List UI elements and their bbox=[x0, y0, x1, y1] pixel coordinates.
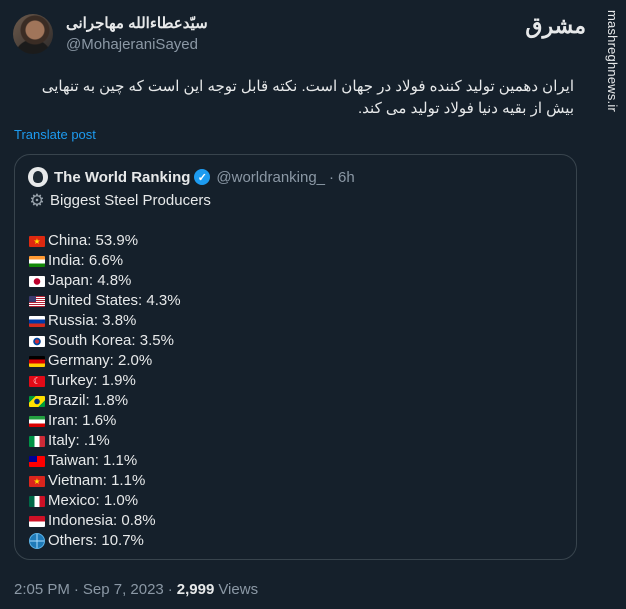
quoted-author-avatar[interactable] bbox=[28, 167, 48, 187]
author-handle[interactable]: @MohajeraniSayed bbox=[66, 36, 198, 53]
vn-flag-icon: ★ bbox=[29, 475, 45, 487]
quoted-tweet-time[interactable]: 6h bbox=[338, 169, 355, 186]
ranking-list-item: India: 6.6% bbox=[28, 251, 211, 271]
verified-badge-icon: ✓ bbox=[194, 169, 211, 185]
tweet-text: ایران دهمین تولید کننده فولاد در جهان اس… bbox=[41, 78, 574, 117]
mx-flag-icon bbox=[29, 495, 45, 507]
translate-post-link[interactable]: Translate post bbox=[14, 127, 96, 142]
de-flag-icon bbox=[29, 355, 45, 367]
ranking-list-item: Japan: 4.8% bbox=[28, 271, 211, 291]
ranking-list-item: Italy: .1% bbox=[28, 431, 211, 451]
in-flag-icon bbox=[29, 255, 45, 267]
ranking-label: China: 53.9% bbox=[48, 232, 139, 249]
ranking-list-item: ★ China: 53.9% bbox=[28, 231, 211, 251]
ranking-list-item: Germany: 2.0% bbox=[28, 351, 211, 371]
ranking-list-item: Others: 10.7% bbox=[28, 531, 211, 551]
gear-icon: ⚙ bbox=[29, 191, 45, 210]
id-flag-icon bbox=[29, 515, 45, 527]
ranking-list-item: Taiwan: 1.1% bbox=[28, 451, 211, 471]
ranking-label: Germany: 2.0% bbox=[48, 352, 153, 369]
tweet-date[interactable]: Sep 7, 2023 bbox=[83, 581, 164, 598]
us-flag-icon bbox=[29, 295, 45, 307]
tweet-time[interactable]: 2:05 PM bbox=[14, 581, 70, 598]
ranking-list-item: Brazil: 1.8% bbox=[28, 391, 211, 411]
tweet: سیّدعطاءالله مهاجرانی @MohajeraniSayed ا… bbox=[0, 0, 590, 609]
ranking-label: United States: 4.3% bbox=[48, 292, 181, 309]
tw-flag-icon bbox=[29, 455, 45, 467]
tr-flag-icon: ☾ bbox=[29, 375, 45, 387]
ranking-list-item: Russia: 3.8% bbox=[28, 311, 211, 331]
ranking-label: South Korea: 3.5% bbox=[48, 332, 174, 349]
quoted-tweet-title: ⚙ Biggest Steel Producers bbox=[28, 191, 211, 211]
ranking-list-item: ★ Vietnam: 1.1% bbox=[28, 471, 211, 491]
ranking-label: Turkey: 1.9% bbox=[48, 372, 136, 389]
views-count: 2,999 bbox=[176, 581, 215, 598]
ranking-list-item: Indonesia: 0.8% bbox=[28, 511, 211, 531]
ranking-label: Vietnam: 1.1% bbox=[48, 472, 146, 489]
ranking-list-item: Mexico: 1.0% bbox=[28, 491, 211, 511]
separator-dot: · bbox=[329, 168, 335, 186]
it-flag-icon bbox=[29, 435, 45, 447]
tweet-meta: 2:05 PM · Sep 7, 2023 · 2,999 Views bbox=[14, 581, 258, 598]
views-label: Views bbox=[218, 581, 259, 598]
author-avatar[interactable] bbox=[13, 14, 53, 54]
quoted-author-handle[interactable]: @worldranking_ bbox=[216, 169, 325, 186]
watermark-url: mashreghnews.ir bbox=[605, 10, 620, 112]
ranking-label: Mexico: 1.0% bbox=[48, 492, 139, 509]
kr-flag-icon bbox=[29, 335, 45, 347]
mashregh-logo: مشرق bbox=[525, 13, 586, 38]
ranking-label: Japan: 4.8% bbox=[48, 272, 132, 289]
author-name[interactable]: سیّدعطاءالله مهاجرانی bbox=[66, 14, 208, 32]
quoted-tweet-header: The World Ranking ✓ @worldranking_ · 6h bbox=[28, 167, 355, 187]
ranking-list-item: ☾ Turkey: 1.9% bbox=[28, 371, 211, 391]
ranking-list-item: South Korea: 3.5% bbox=[28, 331, 211, 351]
br-flag-icon bbox=[29, 395, 45, 407]
ir-flag-icon bbox=[29, 415, 45, 427]
ru-flag-icon bbox=[29, 315, 45, 327]
quoted-author-name[interactable]: The World Ranking bbox=[54, 169, 190, 186]
ranking-label: Indonesia: 0.8% bbox=[48, 512, 156, 529]
ranking-label: Russia: 3.8% bbox=[48, 312, 137, 329]
ranking-list-item: United States: 4.3% bbox=[28, 291, 211, 311]
jp-flag-icon bbox=[29, 275, 45, 287]
ranking-list: ★ China: 53.9% India: 6.6% Japan: 4.8% Unite… bbox=[28, 231, 211, 551]
ranking-label: Others: 10.7% bbox=[48, 532, 144, 549]
ranking-list-item: Iran: 1.6% bbox=[28, 411, 211, 431]
globe-icon bbox=[29, 533, 45, 549]
quoted-tweet-body: ⚙ Biggest Steel Producers ★ China: 53.9% I… bbox=[28, 191, 211, 551]
ranking-label: Taiwan: 1.1% bbox=[48, 452, 138, 469]
ranking-label: Italy: .1% bbox=[48, 432, 110, 449]
ranking-label: India: 6.6% bbox=[48, 252, 124, 269]
separator-dot: · bbox=[73, 581, 79, 598]
cn-flag-icon: ★ bbox=[29, 235, 45, 247]
quoted-tweet-title-text: Biggest Steel Producers bbox=[50, 192, 211, 209]
quoted-tweet-card[interactable]: The World Ranking ✓ @worldranking_ · 6h … bbox=[14, 154, 577, 560]
separator-dot: · bbox=[167, 581, 173, 598]
ranking-label: Brazil: 1.8% bbox=[48, 392, 129, 409]
ranking-label: Iran: 1.6% bbox=[48, 412, 117, 429]
